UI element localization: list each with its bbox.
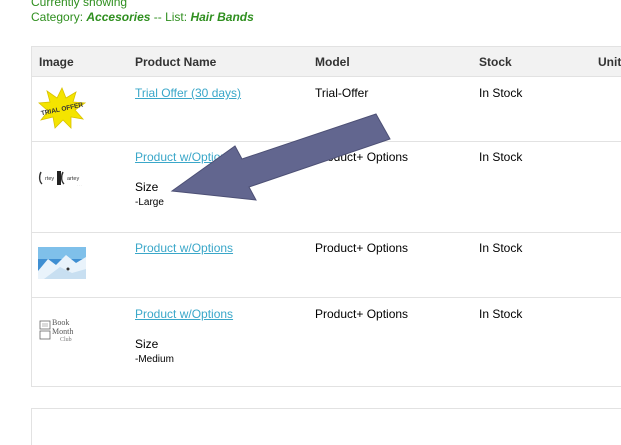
currently-showing: Currently showing Category: Accesories -… bbox=[31, 0, 254, 25]
model-cell: Product+ Options bbox=[315, 150, 409, 164]
header-model: Model bbox=[315, 55, 350, 69]
category-name: Accesories bbox=[86, 10, 151, 24]
svg-text:Book: Book bbox=[52, 318, 69, 327]
model-cell: Product+ Options bbox=[315, 241, 409, 255]
stock-cell: In Stock bbox=[479, 86, 523, 100]
header-image: Image bbox=[39, 55, 74, 69]
svg-text:Month: Month bbox=[52, 327, 73, 336]
list-separator: -- List: bbox=[153, 10, 188, 24]
attribute-value: -Medium bbox=[135, 354, 174, 365]
stock-cell: In Stock bbox=[479, 241, 523, 255]
stock-cell: In Stock bbox=[479, 150, 523, 164]
attribute-name: Size bbox=[135, 180, 159, 194]
snowy-mountain-image bbox=[38, 247, 86, 279]
svg-text:artey: artey bbox=[67, 176, 79, 182]
page: Currently showing Category: Accesories -… bbox=[0, 0, 621, 445]
table-header: Image Product Name Model Stock Unit bbox=[32, 47, 621, 77]
book-of-month-club-logo: Book Month Club bbox=[39, 318, 73, 343]
currently-showing-label: Currently showing bbox=[31, 0, 128, 9]
product-link[interactable]: Trial Offer (30 days) bbox=[135, 86, 241, 100]
category-line: Category: Accesories -- List: Hair Bands bbox=[31, 10, 254, 25]
table-row: Product w/Options Product+ Options In St… bbox=[32, 233, 621, 298]
product-link[interactable]: Product w/Options bbox=[135, 241, 233, 255]
attribute-name: Size bbox=[135, 337, 159, 351]
logo-image: rtey artey · · · bbox=[38, 171, 82, 187]
svg-text:Club: Club bbox=[60, 337, 72, 343]
product-table: Image Product Name Model Stock Unit TRIA… bbox=[31, 46, 621, 387]
table-row: TRIAL OFFER Trial Offer (30 days) Trial-… bbox=[32, 77, 621, 142]
secondary-panel bbox=[31, 408, 621, 445]
product-link[interactable]: Product w/Options bbox=[135, 150, 233, 164]
stock-cell: In Stock bbox=[479, 307, 523, 321]
svg-text:rtey: rtey bbox=[45, 176, 54, 182]
trial-offer-star-image: TRIAL OFFER bbox=[38, 87, 86, 129]
attribute-value: -Large bbox=[135, 197, 164, 208]
model-cell: Trial-Offer bbox=[315, 86, 369, 100]
header-product-name: Product Name bbox=[135, 55, 217, 69]
header-unit: Unit bbox=[598, 55, 621, 69]
model-cell: Product+ Options bbox=[315, 307, 409, 321]
category-label: Category: bbox=[31, 10, 84, 24]
table-row: Book Month Club Product w/Options Size -… bbox=[32, 298, 621, 388]
product-link[interactable]: Product w/Options bbox=[135, 307, 233, 321]
table-row: rtey artey · · · Product w/Options Size … bbox=[32, 142, 621, 233]
svg-text:· · ·: · · · bbox=[77, 183, 82, 187]
list-name: Hair Bands bbox=[190, 10, 254, 24]
header-stock: Stock bbox=[479, 55, 512, 69]
